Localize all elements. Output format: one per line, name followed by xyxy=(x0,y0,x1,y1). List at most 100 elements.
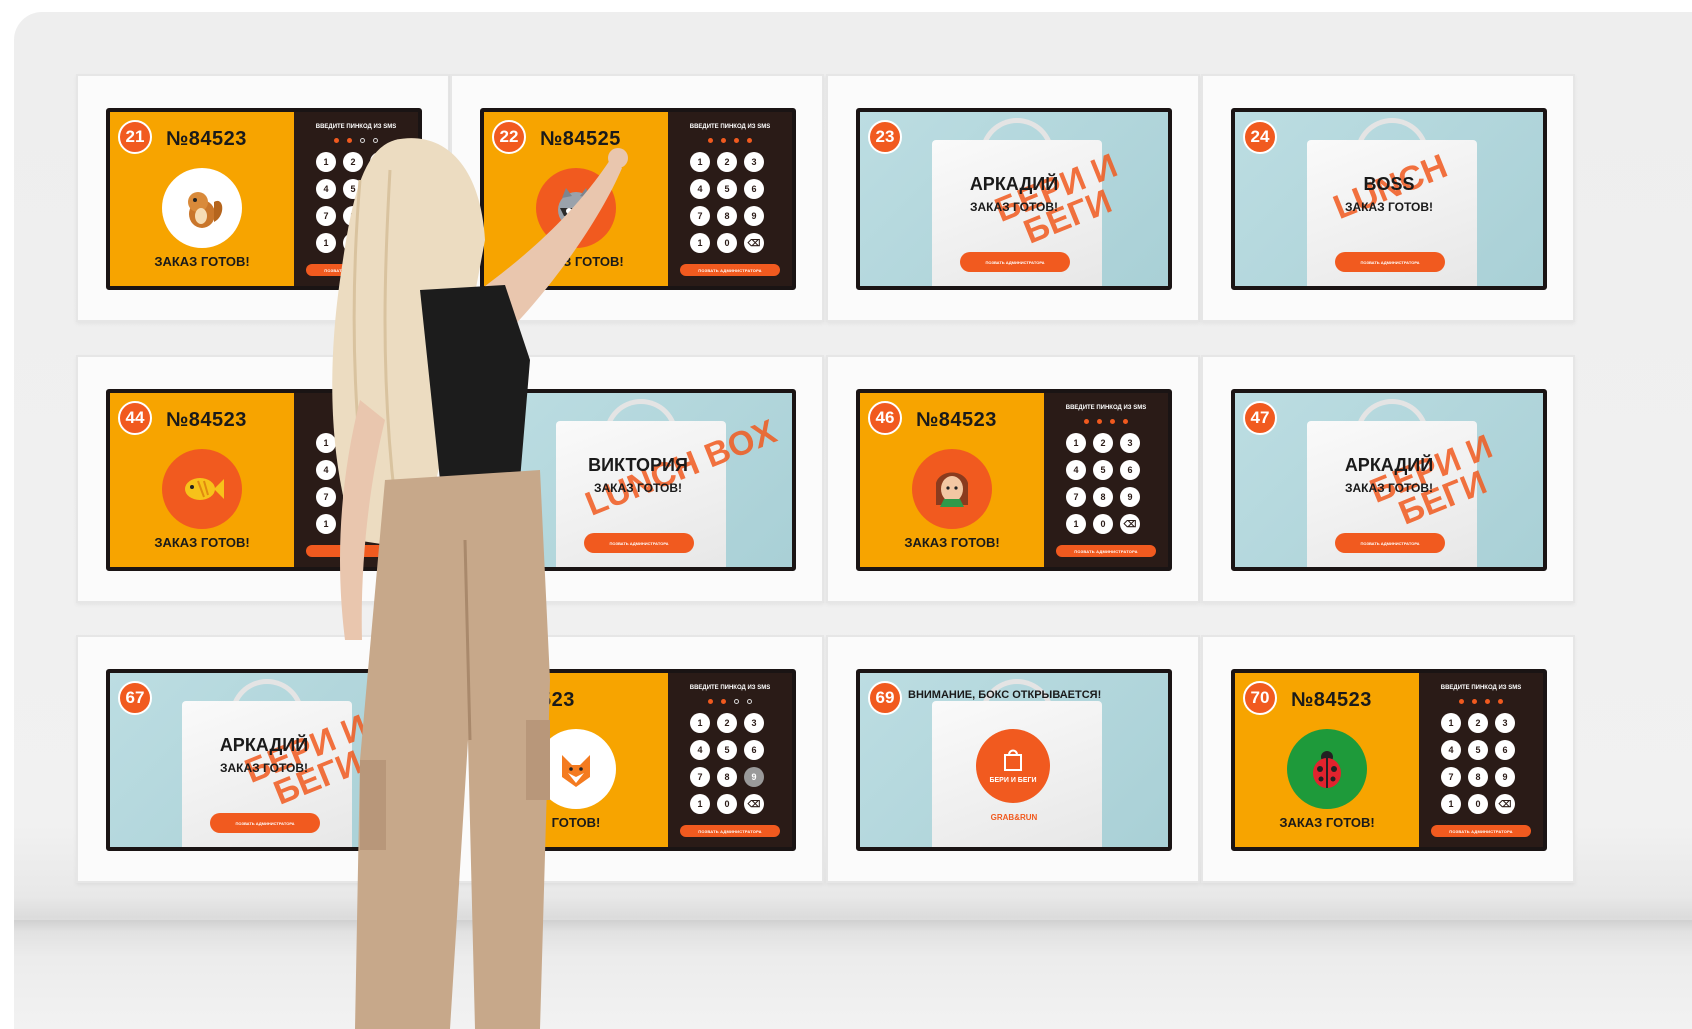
order-ready-label: ЗАКАЗ ГОТОВ! xyxy=(969,200,1059,214)
keypad-key-7[interactable]: 7 xyxy=(690,767,710,787)
keypad-key-4[interactable]: 4 xyxy=(690,740,710,760)
keypad-key-0[interactable]: 0 xyxy=(1468,794,1488,814)
locker-number-badge: 24 xyxy=(1243,120,1277,154)
fish-icon xyxy=(162,449,242,529)
keypad-key-9[interactable]: 9 xyxy=(1495,767,1515,787)
keypad-key-7[interactable]: 7 xyxy=(1066,487,1086,507)
keypad: 12345678910⌫ xyxy=(690,152,780,253)
keypad-key-2[interactable]: 2 xyxy=(1468,713,1488,733)
call-admin-button[interactable]: ПОЗВАТЬ АДМИНИСТРАТОРА xyxy=(1431,825,1531,837)
pin-dot xyxy=(1472,699,1477,704)
keypad-key-2[interactable]: 2 xyxy=(717,713,737,733)
keypad-key-1[interactable]: 1 xyxy=(1441,794,1461,814)
locker-panel: 70 №84523 ЗАКАЗ ГОТОВ! ВВЕДИТЕ ПИНКОД ИЗ SM… xyxy=(1201,635,1575,883)
locker-screen[interactable]: 46 №84523 ЗАКАЗ ГОТОВ! ВВЕДИТЕ ПИНКОД ИЗ SM… xyxy=(856,389,1172,571)
keypad-key-9[interactable]: 9 xyxy=(744,767,764,787)
pin-title: ВВЕДИТЕ ПИНКОД ИЗ SMS xyxy=(689,685,771,691)
order-number: №84523 xyxy=(166,128,247,150)
open-box-label: БЕРИ И БЕГИ xyxy=(989,777,1037,784)
pin-dot xyxy=(1084,419,1089,424)
locker-panel: 47 БЕРИ И БЕГИ АРКАДИЙ ЗАКАЗ ГОТОВ! ПОЗВАТЬ … xyxy=(1201,355,1575,603)
wall-floor-line xyxy=(14,920,1692,932)
order-number: №84523 xyxy=(166,409,247,431)
call-admin-button[interactable]: ПОЗВАТЬ АДМИНИСТРАТОРА xyxy=(1056,545,1156,557)
keypad-key-6[interactable]: 6 xyxy=(744,179,764,199)
keypad-key-3[interactable]: 3 xyxy=(744,152,764,172)
pin-dot xyxy=(1123,419,1128,424)
backspace-key[interactable]: ⌫ xyxy=(744,794,764,814)
keypad-key-9[interactable]: 9 xyxy=(1120,487,1140,507)
keypad-key-7[interactable]: 7 xyxy=(690,206,710,226)
order-info: 44 №84523 ЗАКАЗ ГОТОВ! xyxy=(110,393,294,567)
keypad-key-1[interactable]: 1 xyxy=(690,233,710,253)
call-admin-button[interactable]: ПОЗВАТЬ АДМИНИСТРАТОРА xyxy=(680,264,780,276)
pin-title: ВВЕДИТЕ ПИНКОД ИЗ SMS xyxy=(689,124,771,130)
keypad-key-0[interactable]: 0 xyxy=(1093,514,1113,534)
call-admin-button[interactable]: ПОЗВАТЬ АДМИНИСТРАТОРА xyxy=(960,252,1070,272)
pin-entry: ВВЕДИТЕ ПИНКОД ИЗ SMS12345678910⌫ПОЗВАТЬ… xyxy=(1419,673,1543,847)
call-admin-button[interactable]: ПОЗВАТЬ АДМИНИСТРАТОРА xyxy=(1335,252,1445,272)
pin-dot xyxy=(1459,699,1464,704)
pin-entry: ВВЕДИТЕ ПИНКОД ИЗ SMS12345678910⌫ПОЗВАТЬ… xyxy=(668,112,792,286)
keypad-key-3[interactable]: 3 xyxy=(1495,713,1515,733)
keypad-key-9[interactable]: 9 xyxy=(744,206,764,226)
elf-icon xyxy=(912,449,992,529)
keypad-key-8[interactable]: 8 xyxy=(1468,767,1488,787)
locker-screen[interactable]: 69 ВНИМАНИЕ, БОКС ОТКРЫВАЕТСЯ! БЕРИ И БЕГИ… xyxy=(856,669,1172,851)
backspace-key[interactable]: ⌫ xyxy=(1120,514,1140,534)
keypad-key-4[interactable]: 4 xyxy=(690,179,710,199)
person-figure xyxy=(332,138,628,1029)
pin-title: ВВЕДИТЕ ПИНКОД ИЗ SMS xyxy=(1440,685,1522,691)
keypad-key-1[interactable]: 1 xyxy=(1066,514,1086,534)
keypad-key-5[interactable]: 5 xyxy=(1093,460,1113,480)
pin-dot xyxy=(708,699,713,704)
call-admin-button[interactable]: ПОЗВАТЬ АДМИНИСТРАТОРА xyxy=(1335,533,1445,553)
keypad-key-3[interactable]: 3 xyxy=(744,713,764,733)
locker-panel: 46 №84523 ЗАКАЗ ГОТОВ! ВВЕДИТЕ ПИНКОД ИЗ SM… xyxy=(826,355,1200,603)
keypad-key-7[interactable]: 7 xyxy=(1441,767,1461,787)
keypad-key-1[interactable]: 1 xyxy=(690,713,710,733)
locker-number-badge: 44 xyxy=(118,401,152,435)
keypad-key-0[interactable]: 0 xyxy=(717,794,737,814)
locker-screen[interactable]: 70 №84523 ЗАКАЗ ГОТОВ! ВВЕДИТЕ ПИНКОД ИЗ SM… xyxy=(1231,669,1547,851)
pin-entry: ВВЕДИТЕ ПИНКОД ИЗ SMS12345678910⌫ПОЗВАТЬ… xyxy=(668,673,792,847)
pin-dot xyxy=(721,138,726,143)
keypad-key-4[interactable]: 4 xyxy=(1066,460,1086,480)
keypad-key-8[interactable]: 8 xyxy=(717,206,737,226)
keypad-key-1[interactable]: 1 xyxy=(1441,713,1461,733)
keypad-key-1[interactable]: 1 xyxy=(690,152,710,172)
keypad-key-5[interactable]: 5 xyxy=(717,179,737,199)
keypad-key-4[interactable]: 4 xyxy=(1441,740,1461,760)
keypad: 12345678910⌫ xyxy=(690,713,780,814)
order-info: 21 №84523 ЗАКАЗ ГОТОВ! xyxy=(110,112,294,286)
keypad-key-3[interactable]: 3 xyxy=(1120,433,1140,453)
pin-dots xyxy=(668,138,792,143)
call-admin-button[interactable]: ПОЗВАТЬ АДМИНИСТРАТОРА xyxy=(680,825,780,837)
order-ready-label: ЗАКАЗ ГОТОВ! xyxy=(904,535,1000,550)
backspace-key[interactable]: ⌫ xyxy=(1495,794,1515,814)
pin-entry: ВВЕДИТЕ ПИНКОД ИЗ SMS12345678910⌫ПОЗВАТЬ… xyxy=(1044,393,1168,567)
chipmunk-icon xyxy=(162,168,242,248)
keypad-key-5[interactable]: 5 xyxy=(1468,740,1488,760)
locker-number-badge: 69 xyxy=(868,681,902,715)
keypad-key-5[interactable]: 5 xyxy=(717,740,737,760)
keypad-key-2[interactable]: 2 xyxy=(717,152,737,172)
keypad-key-6[interactable]: 6 xyxy=(1120,460,1140,480)
locker-screen[interactable]: 47 БЕРИ И БЕГИ АРКАДИЙ ЗАКАЗ ГОТОВ! ПОЗВАТЬ … xyxy=(1231,389,1547,571)
keypad-key-6[interactable]: 6 xyxy=(1495,740,1515,760)
locker-screen[interactable]: 23 БЕРИ И БЕГИ АРКАДИЙ ЗАКАЗ ГОТОВ! ПОЗВАТЬ … xyxy=(856,108,1172,290)
backspace-key[interactable]: ⌫ xyxy=(744,233,764,253)
keypad-key-8[interactable]: 8 xyxy=(1093,487,1113,507)
locker-number-badge: 23 xyxy=(868,120,902,154)
pin-dots xyxy=(1044,419,1168,424)
keypad-key-2[interactable]: 2 xyxy=(1093,433,1113,453)
keypad-key-6[interactable]: 6 xyxy=(744,740,764,760)
locker-number-badge: 47 xyxy=(1243,401,1277,435)
keypad-key-1[interactable]: 1 xyxy=(1066,433,1086,453)
keypad-key-0[interactable]: 0 xyxy=(717,233,737,253)
locker-screen[interactable]: 24 LUNCH BOSS ЗАКАЗ ГОТОВ! ПОЗВАТЬ АДМИНИСТР… xyxy=(1231,108,1547,290)
keypad-key-1[interactable]: 1 xyxy=(690,794,710,814)
keypad-key-8[interactable]: 8 xyxy=(717,767,737,787)
order-ready-label: ЗАКАЗ ГОТОВ! xyxy=(154,254,250,269)
locker-number-badge: 21 xyxy=(118,120,152,154)
